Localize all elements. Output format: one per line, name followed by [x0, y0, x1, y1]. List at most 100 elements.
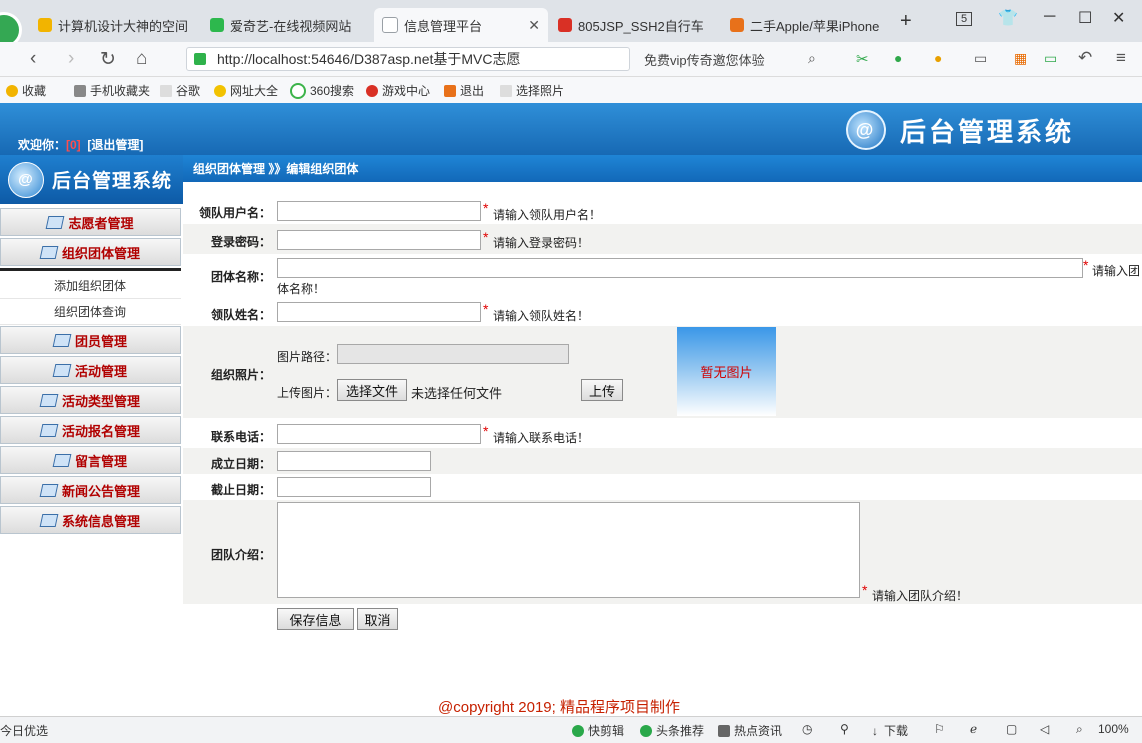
status-item-download[interactable]: ↓ 下载: [872, 722, 908, 739]
home-icon[interactable]: ⌂: [136, 48, 147, 70]
bookmark-label: 退出: [460, 84, 485, 98]
menu-group[interactable]: 组织团体管理: [0, 238, 181, 266]
tab-5[interactable]: 二手Apple/苹果iPhone: [722, 8, 892, 42]
tab-4[interactable]: 805JSP_SSH2自行车: [550, 8, 720, 42]
row-found-date: 成立日期：: [183, 448, 1142, 474]
menu-icon: [52, 333, 72, 347]
menu-volunteer[interactable]: 志愿者管理: [0, 208, 181, 236]
no-file-text: 未选择任何文件: [411, 386, 503, 401]
refresh-icon[interactable]: ↻: [100, 48, 116, 71]
skin-icon[interactable]: 👕: [998, 8, 1018, 28]
menu-system[interactable]: 系统信息管理: [0, 506, 181, 534]
menu-news[interactable]: 新闻公告管理: [0, 476, 181, 504]
battery-icon[interactable]: ▭: [1044, 50, 1057, 67]
bookmark-sites[interactable]: 网址大全: [214, 82, 278, 99]
speaker-icon[interactable]: ◁: [1040, 722, 1049, 736]
search-icon[interactable]: ⌕: [808, 50, 816, 67]
status-left-text[interactable]: 今日优选: [0, 722, 48, 739]
save-button[interactable]: 保存信息: [277, 608, 354, 630]
menu-signup[interactable]: 活动报名管理: [0, 416, 181, 444]
bookmark-360search[interactable]: 360搜索: [290, 82, 354, 99]
taobao-icon: [730, 18, 744, 32]
tab-3-active[interactable]: 信息管理平台 ✕: [374, 8, 548, 42]
star-icon: [38, 18, 52, 32]
flag-icon[interactable]: ⚐: [934, 722, 945, 736]
menu-icon[interactable]: ≡: [1116, 48, 1126, 68]
menu-label: 团员管理: [74, 333, 127, 349]
leader-hint: 请输入领队姓名！: [493, 309, 590, 323]
upload-button[interactable]: 上传: [581, 379, 623, 401]
phone-field[interactable]: [277, 424, 481, 444]
status-item-headline[interactable]: 头条推荐: [640, 722, 704, 739]
ie-icon[interactable]: ℯ: [970, 722, 977, 736]
row-username: 领队用户名： * 请输入领队用户名！: [183, 194, 1142, 224]
password-label: 登录密码：: [210, 235, 271, 249]
required-mark: *: [483, 229, 489, 245]
bookmark-label: 游戏中心: [382, 84, 431, 98]
bookmark-google[interactable]: 谷歌: [160, 82, 200, 99]
path-label: 图片路径：: [277, 350, 338, 364]
submenu-query-group[interactable]: 组织团体查询: [0, 299, 181, 325]
status-item-hot[interactable]: 热点资讯: [718, 722, 782, 739]
bookmark-logout[interactable]: 退出: [444, 82, 484, 99]
apps-icon[interactable]: ▦: [1014, 50, 1027, 67]
intro-textarea[interactable]: [277, 502, 860, 598]
zoom-icon[interactable]: ⌕: [1076, 722, 1083, 737]
bookmark-icon[interactable]: ⚲: [840, 722, 849, 736]
search-text: 免费vip传奇邀您体验: [644, 52, 765, 68]
bookmark-select-photo[interactable]: 选择照片: [500, 82, 564, 99]
forward-icon[interactable]: ›: [68, 48, 74, 70]
coin-icon[interactable]: ●: [934, 50, 942, 66]
found-date-field[interactable]: [277, 451, 431, 471]
bookmark-games[interactable]: 游戏中心: [366, 82, 430, 99]
url-input[interactable]: http://localhost:54646/D387asp.net基于MVC志…: [186, 47, 630, 71]
image-icon[interactable]: ▭: [974, 50, 987, 67]
back-icon[interactable]: ‹: [30, 48, 36, 70]
bookmark-label: 选择照片: [516, 84, 565, 98]
new-tab-button[interactable]: +: [900, 10, 912, 33]
row-intro: 团队介绍： * 请输入团队介绍！: [183, 500, 1142, 604]
logout-link[interactable]: [退出管理]: [87, 138, 143, 152]
undo-icon[interactable]: ↶: [1078, 48, 1092, 68]
header-logo: @ 后台管理系统: [846, 110, 1074, 150]
password-field[interactable]: [277, 230, 481, 250]
teamname-field[interactable]: [277, 258, 1083, 278]
tab-2[interactable]: 爱奇艺-在线视频网站: [202, 8, 372, 42]
history-icon[interactable]: ◷: [802, 722, 812, 736]
menu-message[interactable]: 留言管理: [0, 446, 181, 474]
menu-icon: [52, 363, 72, 377]
zoom-level[interactable]: 100%: [1098, 722, 1129, 736]
bookmark-favorites[interactable]: 收藏: [6, 82, 46, 99]
tab-count-badge[interactable]: 5: [956, 12, 973, 26]
status-item-clip[interactable]: 快剪辑: [572, 722, 624, 739]
scissors-icon[interactable]: ✂: [856, 50, 869, 68]
cancel-button[interactable]: 取消: [357, 608, 398, 630]
close-window-icon[interactable]: ✕: [1112, 8, 1125, 28]
row-photo: 组织照片： 图片路径： 上传图片： 选择文件 未选择任何文件 上传: [183, 326, 1142, 418]
username-field[interactable]: [277, 201, 481, 221]
end-date-field[interactable]: [277, 477, 431, 497]
choose-file-button[interactable]: 选择文件: [337, 379, 407, 401]
maximize-icon[interactable]: ☐: [1078, 8, 1092, 28]
header-title: 后台管理系统: [900, 116, 1075, 147]
translate-icon[interactable]: ●: [894, 50, 902, 66]
row-password: 登录密码： * 请输入登录密码！: [183, 224, 1142, 254]
bookmark-label: 网址大全: [230, 84, 279, 98]
leader-field[interactable]: [277, 302, 481, 322]
tab-title: 信息管理平台: [404, 18, 483, 34]
page-icon: [160, 84, 172, 97]
bookmark-label: 360搜索: [310, 84, 355, 98]
address-bar-row: ‹ › ↻ ⌂ http://localhost:54646/D387asp.n…: [0, 42, 1142, 77]
tab-title: 二手Apple/苹果iPhone: [750, 18, 880, 34]
close-icon[interactable]: ✕: [528, 17, 540, 34]
page-icon: [500, 84, 512, 97]
bookmark-mobile[interactable]: 手机收藏夹: [74, 82, 150, 99]
menu-activity[interactable]: 活动管理: [0, 356, 181, 384]
minimize-icon[interactable]: ─: [1044, 8, 1055, 26]
window-icon[interactable]: ▢: [1006, 722, 1017, 736]
menu-member[interactable]: 团员管理: [0, 326, 181, 354]
welcome-label: 欢迎你：: [18, 138, 67, 152]
tab-1[interactable]: 计算机设计大神的空间: [30, 8, 200, 42]
submenu-add-group[interactable]: 添加组织团体: [0, 273, 181, 299]
menu-activity-type[interactable]: 活动类型管理: [0, 386, 181, 414]
